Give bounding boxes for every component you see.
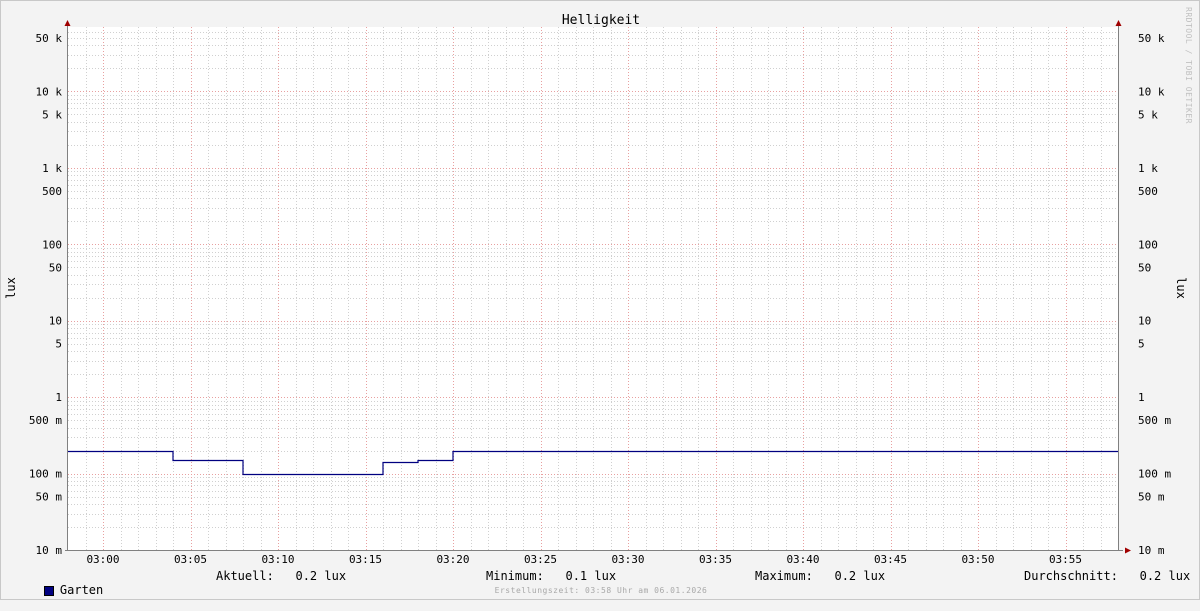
y-axis-arrow-left [64, 20, 71, 26]
x-tick-label: 03:00 [86, 553, 119, 566]
x-tick-label: 03:25 [524, 553, 557, 566]
y-tick-label-left: 50 k [36, 32, 63, 45]
y-tick-label-left: 10 k [36, 85, 63, 98]
y-axis-label-left: lux [4, 277, 18, 299]
y-axis-arrow-right [1115, 20, 1122, 26]
legend-average: Durchschnitt: 0.2 lux [1024, 569, 1191, 583]
y-tick-label-right: 1 [1138, 391, 1145, 404]
y-tick-label-left: 10 [49, 315, 62, 328]
y-tick-labels-right: 50 k 10 k 5 k 1 k 500 100 50 10 5 1 500 m 100 m 50 m… [1138, 32, 1171, 557]
chart: 50 k 10 k 5 k 1 k 500 100 50 10 5 1 500 m 100 m 50 m… [4, 13, 1188, 566]
y-tick-label-right: 10 [1138, 315, 1151, 328]
y-tick-label-right: 5 k [1138, 108, 1158, 121]
x-tick-label: 03:30 [611, 553, 644, 566]
y-tick-label-left: 10 m [36, 544, 63, 557]
y-tick-label-right: 5 [1138, 338, 1145, 351]
y-axis-label-right: lux [1174, 277, 1188, 299]
y-tick-label-right: 500 m [1138, 414, 1171, 427]
x-tick-labels: 03:00 03:05 03:10 03:15 03:20 03:25 03:30 03:35… [86, 553, 1082, 566]
x-tick-label: 03:10 [261, 553, 294, 566]
x-tick-label: 03:50 [961, 553, 994, 566]
y-tick-label-right: 50 [1138, 261, 1151, 274]
y-tick-label-left: 50 m [36, 491, 63, 504]
x-tick-label: 03:35 [699, 553, 732, 566]
y-tick-label-left: 50 [49, 261, 62, 274]
y-tick-label-right: 100 m [1138, 468, 1171, 481]
y-tick-label-left: 500 m [29, 414, 62, 427]
legend-current: Aktuell: 0.2 lux [216, 569, 347, 583]
y-tick-label-right: 50 m [1138, 491, 1165, 504]
chart-frame: 50 k 10 k 5 k 1 k 500 100 50 10 5 1 500 m 100 m 50 m… [0, 0, 1200, 600]
x-tick-label: 03:40 [786, 553, 819, 566]
x-tick-label: 03:15 [349, 553, 382, 566]
y-tick-label-left: 100 m [29, 468, 62, 481]
y-tick-label-left: 500 [42, 185, 62, 198]
legend-maximum: Maximum: 0.2 lux [755, 569, 886, 583]
creation-time-footer: Erstellungszeit: 03:58 Uhr am 06.01.2026 [494, 586, 708, 595]
legend-minimum: Minimum: 0.1 lux [486, 569, 617, 583]
y-tick-label-left: 5 k [42, 108, 62, 121]
y-tick-label-right: 500 [1138, 185, 1158, 198]
y-tick-labels-left: 50 k 10 k 5 k 1 k 500 100 50 10 5 1 500 m 100 m 50 m… [29, 32, 62, 557]
x-tick-label: 03:20 [436, 553, 469, 566]
y-tick-label-left: 5 [55, 338, 62, 351]
y-tick-label-left: 1 [55, 391, 62, 404]
y-tick-label-right: 1 k [1138, 162, 1158, 175]
x-axis-arrow [1125, 547, 1131, 554]
x-tick-label: 03:55 [1049, 553, 1082, 566]
y-tick-label-right: 10 k [1138, 85, 1165, 98]
y-tick-label-right: 50 k [1138, 32, 1165, 45]
y-tick-label-left: 1 k [42, 162, 62, 175]
x-tick-label: 03:05 [174, 553, 207, 566]
y-tick-label-left: 100 [42, 238, 62, 251]
y-tick-label-right: 100 [1138, 238, 1158, 251]
rrdtool-watermark: RRDTOOL / TOBI OETIKER [1184, 7, 1193, 124]
y-tick-label-right: 10 m [1138, 544, 1165, 557]
chart-title: Helligkeit [562, 13, 640, 28]
x-tick-label: 03:45 [874, 553, 907, 566]
